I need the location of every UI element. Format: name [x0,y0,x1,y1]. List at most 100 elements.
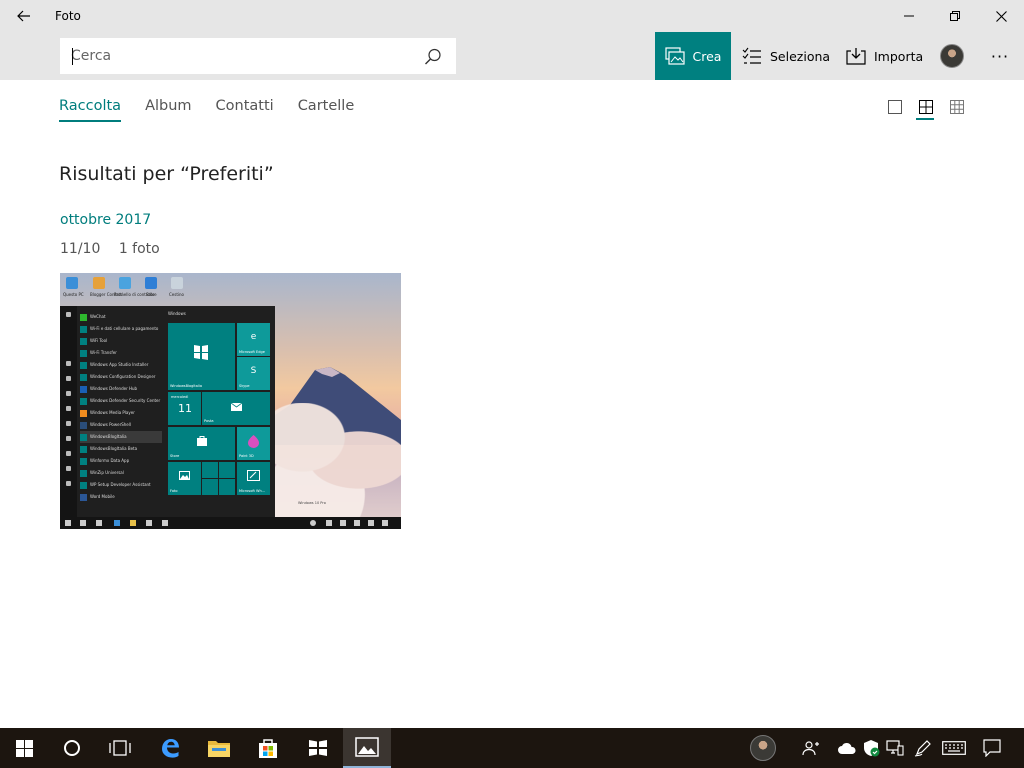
app-icon [80,410,87,417]
app-label: WeChat [90,314,106,319]
tile-blog: WindowsBlogItalia [168,323,235,390]
app-label: Windows Media Player [90,410,135,415]
control-panel-icon [119,277,131,289]
group-count: 1 foto [118,241,160,257]
minimize-button[interactable] [886,0,932,32]
desktop-icon-label: Questo PC [63,292,84,297]
app-label: WindowsBlogItalia [90,434,127,439]
edge-icon: e [250,331,257,342]
month-group-link[interactable]: ottobre 2017 [60,212,151,228]
account-button[interactable] [940,32,964,80]
music-icon [66,406,71,411]
back-button[interactable] [10,5,38,27]
file-explorer-button[interactable] [195,728,243,768]
pen-workspace-button[interactable] [912,728,934,768]
app-list: WeChat Wi-Fi e dati cellulare a pagament… [80,311,162,503]
app-icon [80,434,87,441]
create-icon [664,47,685,65]
skype-icon: S [250,365,257,376]
view-small-icon[interactable] [949,99,965,115]
app-icon [80,314,87,321]
back-arrow-icon [17,10,30,22]
app-icon [80,386,87,393]
photo-thumbnail[interactable]: Questo PC Blogger Contatti Pannello di c… [60,273,401,529]
edge-taskbar-button[interactable] [146,728,194,768]
app-icon [80,458,87,465]
windowsblogitalia-button[interactable] [294,728,342,768]
photos-taskbar-button[interactable] [343,728,391,768]
start-rail [60,306,77,517]
start-button[interactable] [0,728,48,768]
task-view-icon [109,740,131,756]
photos-icon [179,471,190,480]
select-label: Seleziona [770,48,831,64]
list-item: WP Setup Developer Assistant [80,479,162,491]
app-label: WP Setup Developer Assistant [90,482,151,487]
search-input[interactable] [71,39,411,73]
keyboard-icon [382,520,388,526]
minimize-icon [904,15,914,17]
view-medium-icon[interactable] [918,99,934,115]
list-item: Windows App Studio Installer [80,359,162,371]
tab-cartelle[interactable]: Cartelle [298,98,355,122]
search-box[interactable] [60,38,456,74]
tiles-group-header: Windows [168,311,186,316]
people-icon [802,741,819,756]
avatar [310,520,316,526]
tab-album[interactable]: Album [145,98,191,122]
tile-label: Store [170,454,180,458]
view-large-icon[interactable] [887,99,903,115]
tile-label: Microsoft Wh... [239,489,266,493]
folder-icon [130,520,136,526]
search-icon[interactable] [423,47,443,67]
avatar [940,44,964,68]
list-item: WeChat [80,311,162,323]
app-icon [80,446,87,453]
tab-contatti[interactable]: Contatti [216,98,274,122]
calendar-day: 11 [178,402,192,415]
app-icon [80,422,87,429]
folder-icon [66,436,71,441]
tile-label: Posta [204,419,214,423]
defender-button[interactable] [860,728,882,768]
start-menu-preview: WeChat Wi-Fi e dati cellulare a pagament… [60,306,275,517]
app-label: Windows App Studio Installer [90,362,149,367]
menu-icon [66,312,71,317]
select-icon [742,47,761,64]
onedrive-button[interactable] [836,728,858,768]
tile-store: Store [168,427,235,460]
whiteboard-icon [247,470,260,481]
app-icon [80,350,87,357]
select-button[interactable]: Seleziona [742,32,830,80]
touch-keyboard-button[interactable] [940,728,968,768]
tile-paint3d: Paint 3D [237,427,270,460]
list-item: Windows PowerShell [80,419,162,431]
restore-button[interactable] [932,0,978,32]
app-label: Windows Defender Security Center [90,398,161,403]
list-item: Wi-Fi e dati cellulare a pagamento [80,323,162,335]
app-icon [80,374,87,381]
document-icon [66,376,71,381]
close-button[interactable] [978,0,1024,32]
network-button[interactable] [884,728,906,768]
tile-skype: S Skype [237,357,270,390]
import-button[interactable]: Importa [846,32,923,80]
people-avatar-button[interactable] [748,728,778,768]
action-center-button[interactable] [980,728,1004,768]
store-taskbar-button[interactable] [244,728,292,768]
people-button[interactable] [800,728,822,768]
app-icon [162,520,168,526]
windows-logo-icon [194,345,208,360]
create-button[interactable]: Crea [655,32,731,80]
cortana-button[interactable] [48,728,96,768]
app-label: Windows PowerShell [90,422,131,427]
edge-icon [114,520,120,526]
cortana-icon [64,740,80,756]
taskbar [0,728,1024,768]
blogger-icon [93,277,105,289]
shield-icon [354,520,360,526]
watermark-text: Windows 10 Pro [298,501,326,505]
more-options-button[interactable]: ··· [986,32,1014,80]
task-view-button[interactable] [96,728,144,768]
tab-raccolta[interactable]: Raccolta [59,98,122,122]
